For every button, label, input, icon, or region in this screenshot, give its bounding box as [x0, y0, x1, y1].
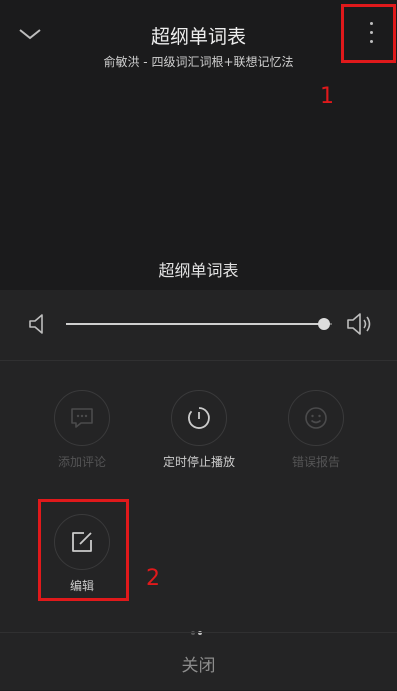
- error-report-label: 错误报告: [291, 455, 340, 469]
- annotation-number-2: 2: [146, 566, 160, 591]
- volume-high-icon: [347, 313, 371, 335]
- edit-label: 编辑: [69, 579, 94, 593]
- close-button[interactable]: 关闭: [0, 632, 397, 691]
- options-panel: 添加评论 定时停止播放 错误报告 编辑 2 关闭: [0, 290, 397, 690]
- error-report-button[interactable]: 错误报告: [271, 390, 361, 470]
- track-title: 超纲单词表: [158, 261, 239, 280]
- page-subtitle: 俞敏洪 - 四级词汇词根+联想记忆法: [103, 55, 294, 69]
- volume-row: [0, 290, 397, 361]
- add-comment-label: 添加评论: [57, 455, 106, 469]
- sleep-timer-button[interactable]: 定时停止播放: [154, 390, 244, 470]
- edit-icon: [54, 514, 110, 570]
- volume-low-icon: [29, 314, 43, 334]
- sleep-timer-label: 定时停止播放: [162, 455, 235, 469]
- volume-slider[interactable]: [66, 323, 332, 325]
- edit-button[interactable]: 编辑: [37, 514, 127, 594]
- face-icon: [288, 390, 344, 446]
- add-comment-button[interactable]: 添加评论: [37, 390, 127, 470]
- comment-icon: [54, 390, 110, 446]
- timer-icon: [171, 390, 227, 446]
- close-label: 关闭: [181, 656, 216, 676]
- annotation-number-1: 1: [320, 84, 334, 109]
- page-indicator: [191, 620, 207, 635]
- volume-slider-thumb[interactable]: [318, 318, 331, 330]
- more-options-button[interactable]: [341, 4, 396, 63]
- page-title: 超纲单词表: [150, 26, 246, 48]
- volume-slider-fill: [66, 323, 325, 325]
- player-header: 超纲单词表 俞敏洪 - 四级词汇词根+联想记忆法 1 超纲单词表: [0, 0, 397, 290]
- more-vertical-icon[interactable]: [370, 22, 373, 52]
